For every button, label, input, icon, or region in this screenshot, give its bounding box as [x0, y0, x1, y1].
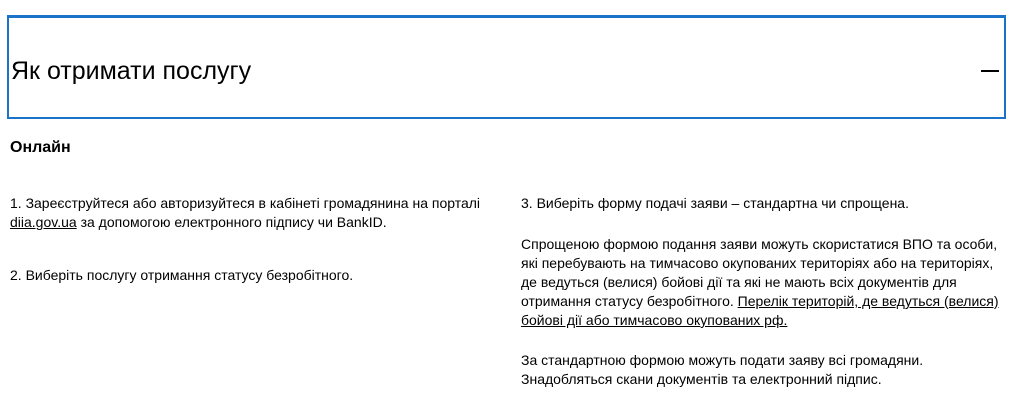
right-column: 3. Виберіть форму подачі заяви – стандар…: [521, 194, 1011, 389]
step-1-text-after: за допомогою електронного підпису чи Ban…: [76, 214, 387, 230]
step-1-text-before: 1. Зареєструйтеся або авторизуйтеся в ка…: [10, 195, 481, 211]
accordion-title: Як отримати послугу: [11, 57, 252, 85]
diia-portal-link[interactable]: diia.gov.ua: [10, 214, 77, 230]
step-1: 1. Зареєструйтеся або авторизуйтеся в ка…: [10, 194, 510, 232]
step-2: 2. Виберіть послугу отримання статусу бе…: [10, 267, 354, 283]
section-heading-online: Онлайн: [10, 139, 71, 156]
left-column: 1. Зареєструйтеся або авторизуйтеся в ка…: [10, 194, 510, 285]
standard-form-paragraph: За стандартною формою можуть подати заяв…: [521, 352, 924, 387]
simplified-form-paragraph: Спрощеною формою подання заяви можуть ск…: [521, 235, 1011, 330]
accordion-header[interactable]: Як отримати послугу: [7, 15, 1006, 119]
step-3: 3. Виберіть форму подачі заяви – стандар…: [521, 195, 909, 211]
minus-icon[interactable]: [981, 70, 999, 72]
